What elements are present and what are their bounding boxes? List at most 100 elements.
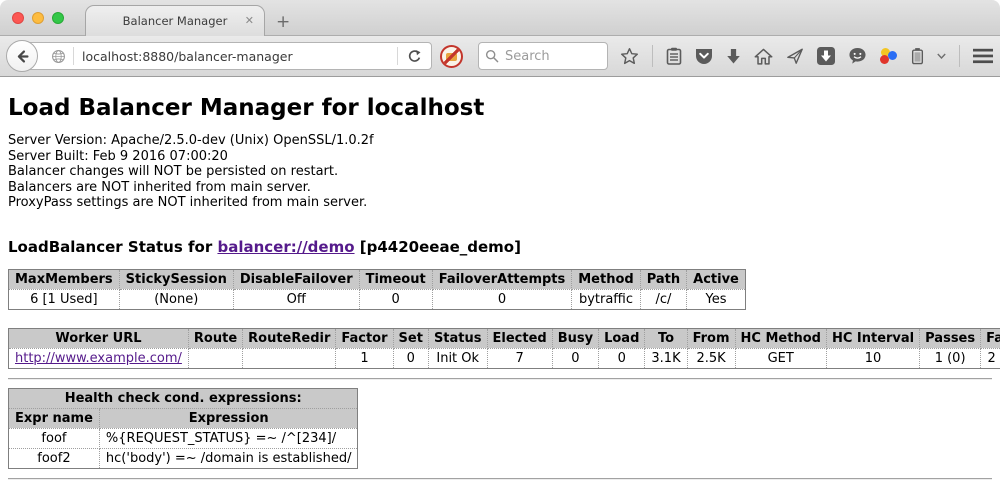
cell-busy: 0 (552, 348, 598, 368)
tab-bar: Balancer Manager ✕ + (0, 0, 1000, 36)
send-icon[interactable] (786, 47, 804, 65)
cell-active: Yes (687, 289, 746, 309)
cell-factor: 1 (336, 348, 393, 368)
column-header: Expression (99, 408, 358, 428)
cell-from: 2.5K (687, 348, 735, 368)
column-header: Timeout (359, 269, 432, 289)
cell-to: 3.1K (645, 348, 687, 368)
chevron-down-icon[interactable] (937, 53, 946, 59)
table-header-row: Worker URL Route RouteRedir Factor Set S… (9, 328, 1000, 348)
browser-window: Balancer Manager ✕ + localhost:8880/bala… (0, 0, 1000, 491)
cell-load: 0 (599, 348, 645, 368)
cell-expression: hc('body') =~ /domain is established/ (99, 448, 358, 468)
status-heading-suffix: [p4420eeae_demo] (355, 238, 521, 256)
menu-icon[interactable] (973, 48, 993, 64)
cell-path: /c/ (640, 289, 686, 309)
column-header: Worker URL (9, 328, 189, 348)
cell-expr-name: foof (9, 428, 100, 448)
column-header: Set (393, 328, 428, 348)
tab-balancer-manager[interactable]: Balancer Manager ✕ (85, 5, 265, 36)
cell-hc-method: GET (735, 348, 826, 368)
server-version-line: Server Version: Apache/2.5.0-dev (Unix) … (8, 133, 992, 149)
persist-notice-line: Balancer changes will NOT be persisted o… (8, 164, 992, 180)
table-title-row: Health check cond. expressions: (9, 388, 358, 408)
toolbar-divider (959, 45, 960, 67)
close-window-button[interactable] (12, 12, 24, 24)
column-header: Route (188, 328, 242, 348)
column-header: Method (572, 269, 640, 289)
server-info: Server Version: Apache/2.5.0-dev (Unix) … (8, 133, 992, 211)
cell-expr-name: foof2 (9, 448, 100, 468)
proxypass-notice-line: ProxyPass settings are NOT inherited fro… (8, 195, 992, 211)
back-button[interactable] (6, 40, 38, 72)
bookmark-star-icon[interactable] (620, 47, 639, 66)
zoom-window-button[interactable] (52, 12, 64, 24)
colordots-addon-icon[interactable] (880, 48, 898, 65)
chat-icon[interactable] (848, 47, 867, 65)
column-header: Active (687, 269, 746, 289)
urlbar-divider (73, 47, 74, 65)
battery-icon[interactable] (911, 47, 924, 65)
block-plugin-icon[interactable] (440, 45, 463, 68)
tab-close-icon[interactable]: ✕ (245, 15, 254, 27)
cell-passes: 1 (0) (920, 348, 981, 368)
home-icon[interactable] (754, 48, 773, 65)
cell-timeout: 0 (359, 289, 432, 309)
url-bar[interactable]: localhost:8880/balancer-manager (24, 42, 432, 70)
cell-failoverattempts: 0 (432, 289, 572, 309)
cell-set: 0 (393, 348, 428, 368)
tab-title: Balancer Manager (123, 14, 228, 28)
pocket-icon[interactable] (695, 47, 713, 65)
cell-status: Init Ok (428, 348, 487, 368)
url-text[interactable]: localhost:8880/balancer-manager (82, 49, 397, 64)
column-header: Busy (552, 328, 598, 348)
column-header: FailoverAttempts (432, 269, 572, 289)
cell-method: bytraffic (572, 289, 640, 309)
column-header: From (687, 328, 735, 348)
minimize-window-button[interactable] (32, 12, 44, 24)
navigation-toolbar: localhost:8880/balancer-manager (0, 36, 1000, 77)
server-built-line: Server Built: Feb 9 2016 07:00:20 (8, 149, 992, 165)
worker-url-link[interactable]: http://www.example.com/ (15, 351, 182, 366)
video-download-icon[interactable] (817, 47, 835, 65)
cell-expression: %{REQUEST_STATUS} =~ /^[234]/ (99, 428, 358, 448)
balancer-demo-link[interactable]: balancer://demo (217, 238, 354, 256)
inherit-notice-line: Balancers are NOT inherited from main se… (8, 180, 992, 196)
cell-stickysession: (None) (119, 289, 233, 309)
page-content: Load Balancer Manager for localhost Serv… (0, 77, 1000, 489)
search-input[interactable] (505, 49, 595, 64)
column-header: Fails (981, 328, 1000, 348)
column-header: Passes (920, 328, 981, 348)
column-header: Status (428, 328, 487, 348)
search-icon (485, 49, 499, 63)
toolbar-icons (620, 36, 1000, 76)
health-check-table: Health check cond. expressions: Expr nam… (8, 388, 358, 469)
column-header: HC Interval (826, 328, 919, 348)
toolbar-divider (652, 45, 653, 67)
reload-button[interactable] (398, 49, 431, 64)
column-header: Factor (336, 328, 393, 348)
new-tab-button[interactable]: + (276, 14, 290, 31)
downloads-icon[interactable] (726, 48, 741, 65)
table-header-row: Expr name Expression (9, 408, 358, 428)
cell-routeredir (243, 348, 336, 368)
table-row: foof2 hc('body') =~ /domain is establish… (9, 448, 358, 468)
loadbalancer-status-heading: LoadBalancer Status for balancer://demo … (8, 238, 992, 256)
column-header: DisableFailover (233, 269, 359, 289)
search-bar[interactable] (478, 42, 608, 70)
clipboard-icon[interactable] (666, 47, 682, 65)
health-table-title: Health check cond. expressions: (9, 388, 358, 408)
divider (8, 478, 992, 480)
column-header: HC Method (735, 328, 826, 348)
cell-disablefailover: Off (233, 289, 359, 309)
back-icon (14, 48, 31, 65)
page-title: Load Balancer Manager for localhost (8, 95, 992, 121)
table-row: 6 [1 Used] (None) Off 0 0 bytraffic /c/ … (9, 289, 746, 309)
reload-icon (407, 49, 422, 64)
column-header: RouteRedir (243, 328, 336, 348)
worker-table: Worker URL Route RouteRedir Factor Set S… (8, 328, 1000, 369)
column-header: Path (640, 269, 686, 289)
column-header: To (645, 328, 687, 348)
traffic-lights (12, 12, 64, 24)
cell-maxmembers: 6 [1 Used] (9, 289, 120, 309)
